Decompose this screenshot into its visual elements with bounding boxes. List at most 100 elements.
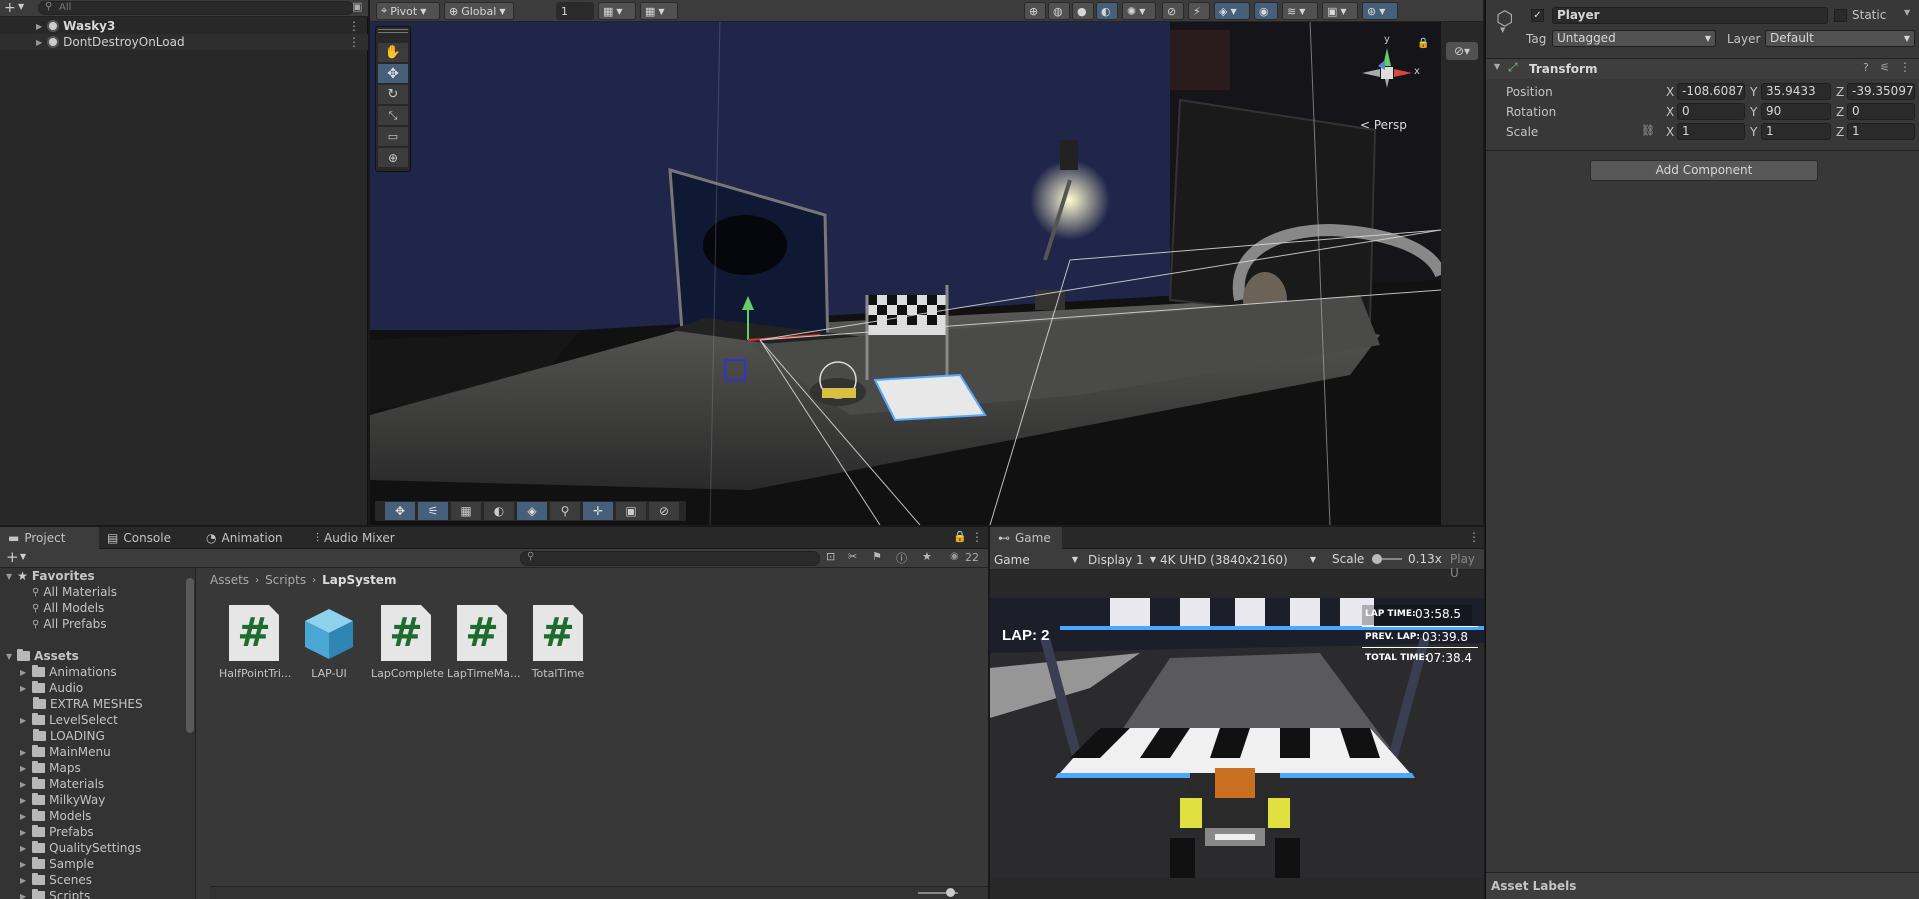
rect-tool-icon[interactable]: ▭ [378,127,408,146]
chevron-down-icon[interactable]: ▼ [1904,8,1910,17]
hierarchy-item-dontdestroyonload[interactable]: ▶ DontDestroyOnLoad ⋮ [0,34,368,50]
lighting-dropdown[interactable]: ✺ ▼ [1122,2,1156,20]
drag-handle[interactable] [378,29,408,33]
expand-arrow-icon[interactable]: ▶ [20,716,26,725]
grid-snap-button[interactable]: ▦ ▼ [598,2,636,20]
folder-item[interactable]: ▶ LevelSelect [0,712,195,728]
transform-header[interactable]: ▼ ⤢ Transform ? ⚟ ⋮ [1486,59,1919,79]
settings-icon[interactable]: ⚟ [418,502,448,520]
layers-dropdown[interactable]: ◈ ▼ [1214,2,1250,20]
more-options-icon[interactable]: ⋮ [1468,530,1480,544]
folder-item[interactable]: ▶ Sample [0,856,195,872]
axis-y-label[interactable]: Y [1750,105,1757,119]
folder-item[interactable]: ▶ Materials [0,776,195,792]
link-icon[interactable]: ⛓ [1641,124,1655,137]
resolution-dropdown[interactable]: 4K UHD (3840x2160) ▼ [1160,551,1320,568]
lock-icon[interactable]: 🔒 [1417,38,1429,49]
favorite-star-icon[interactable]: ★ [922,550,932,563]
expand-arrow-icon[interactable]: ▶ [20,796,26,805]
grid-icon[interactable]: ▦ [451,502,481,520]
slider-thumb[interactable] [946,888,955,897]
audio-toggle[interactable]: ⊘ [1162,2,1184,20]
orientation-gizmo[interactable]: y x [1350,34,1424,100]
fx-toggle[interactable]: ⚡ [1188,2,1210,20]
tab-console[interactable]: ▤ Console [99,527,179,549]
rotation-y-input[interactable]: 90 [1761,103,1831,120]
favorite-all-models[interactable]: ⚲ All Models [0,600,195,616]
expand-arrow-icon[interactable]: ▶ [20,892,26,899]
pivot-icon[interactable]: ✛ [583,502,613,520]
more-options-icon[interactable]: ⋮ [971,530,983,544]
persp-label[interactable]: < Persp [1360,118,1407,132]
scale-z-input[interactable]: 1 [1847,123,1915,140]
axis-x-label[interactable]: X [1666,125,1674,139]
camera-dropdown[interactable]: ▣ ▼ [1322,2,1358,20]
expand-arrow-icon[interactable]: ▶ [36,22,42,31]
scale-y-input[interactable]: 1 [1761,123,1831,140]
tag-icon[interactable]: ⚑ [872,550,882,563]
tab-game[interactable]: ⊷ Game [990,527,1062,549]
position-y-input[interactable]: 35.9433 [1761,83,1831,100]
folder-item[interactable]: EXTRA MESHES [0,696,195,712]
axis-y-label[interactable]: Y [1750,85,1757,99]
orientation-icon[interactable]: ⊘▾ [1446,42,1478,60]
snap-increment-field[interactable]: 1 [556,2,594,20]
warning-filter-icon[interactable]: ⓘ [896,550,907,566]
lock-icon[interactable]: ▣ [352,0,362,13]
expand-arrow-icon[interactable]: ▶ [20,876,26,885]
help-icon[interactable]: ? [1863,61,1869,74]
breadcrumb-current[interactable]: LapSystem [322,573,396,587]
more-options-icon[interactable]: ⋮ [348,19,360,33]
folder-item[interactable]: ▶ MainMenu [0,744,195,760]
folder-item[interactable]: ▶ MilkyWay [0,792,195,808]
asset-item[interactable]: # LapTimeMa... [447,605,521,680]
visibility-eye-icon[interactable]: ◉ [950,551,959,562]
tree-scrollbar[interactable] [186,578,194,733]
hierarchy-item-wasky3[interactable]: ▶ Wasky3 ⋮ [0,18,368,34]
move-icon[interactable]: ✥ [385,502,415,520]
search-icon[interactable]: ⚲ [550,502,580,520]
axis-x-label[interactable]: X [1666,105,1674,119]
chevron-down-icon[interactable]: ▼ [18,2,24,11]
axis-z-label[interactable]: Z [1836,85,1844,99]
scene-view[interactable]: ✋ ✥ ↻ ⤡ ▭ ⊕ y x 🔒 < Persp ✥ ⚟ ▦ ◐ ◈ ⚲ ✛ … [370,0,1441,525]
object-name-input[interactable]: Player [1552,7,1828,24]
expand-arrow-icon[interactable]: ▶ [36,38,42,47]
folder-item[interactable]: LOADING [0,728,195,744]
transform-tool-icon[interactable]: ⊕ [378,148,408,167]
asset-item[interactable]: # LapComplete [371,605,444,680]
assets-header[interactable]: ▼ Assets [0,648,195,664]
layers-icon[interactable]: ◈ [517,502,547,520]
rotate-tool-icon[interactable]: ↻ [378,85,408,104]
shaded-wireframe-button[interactable]: ◍ [1048,2,1070,20]
add-component-button[interactable]: Add Component [1590,160,1818,181]
more-options-icon[interactable]: ⋮ [1899,60,1911,74]
position-z-input[interactable]: -39.35097 [1847,83,1915,100]
shaded-button[interactable]: ● [1072,2,1094,20]
hand-tool-icon[interactable]: ✋ [378,43,408,62]
play-unfocused-label[interactable]: Play U [1450,552,1484,580]
game-view-render[interactable]: LAP: 2 LAP TIME: 03:58.5 PREV. LAP: 03:3… [990,598,1484,878]
compass-icon[interactable]: ⊘ [649,502,679,520]
favorites-header[interactable]: ▼ ★ Favorites [0,568,195,584]
lit-button[interactable]: ◐ [1096,2,1118,20]
expand-arrow-icon[interactable]: ▶ [20,748,26,757]
axis-y-label[interactable]: Y [1750,125,1757,139]
add-icon[interactable]: + [4,0,16,16]
search-by-type-icon[interactable]: ⊡ [826,550,835,563]
rotation-x-input[interactable]: 0 [1677,103,1745,120]
scale-tool-icon[interactable]: ⤡ [378,106,408,125]
folder-item[interactable]: ▶ Prefabs [0,824,195,840]
expand-arrow-icon[interactable]: ▶ [20,828,26,837]
folder-item[interactable]: ▶ Audio [0,680,195,696]
breadcrumb-item[interactable]: Scripts [265,573,306,587]
folder-item[interactable]: ▶ QualitySettings [0,840,195,856]
hierarchy-search-input[interactable]: ⚲ All [38,1,354,15]
breadcrumb-item[interactable]: Assets [210,573,249,587]
axis-z-label[interactable]: Z [1836,125,1844,139]
scale-x-input[interactable]: 1 [1677,123,1745,140]
more-options-icon[interactable]: ⋮ [348,35,360,49]
static-checkbox[interactable] [1834,9,1847,22]
axis-x-label[interactable]: X [1666,85,1674,99]
visibility-toggle[interactable]: ◉ [1254,2,1278,20]
